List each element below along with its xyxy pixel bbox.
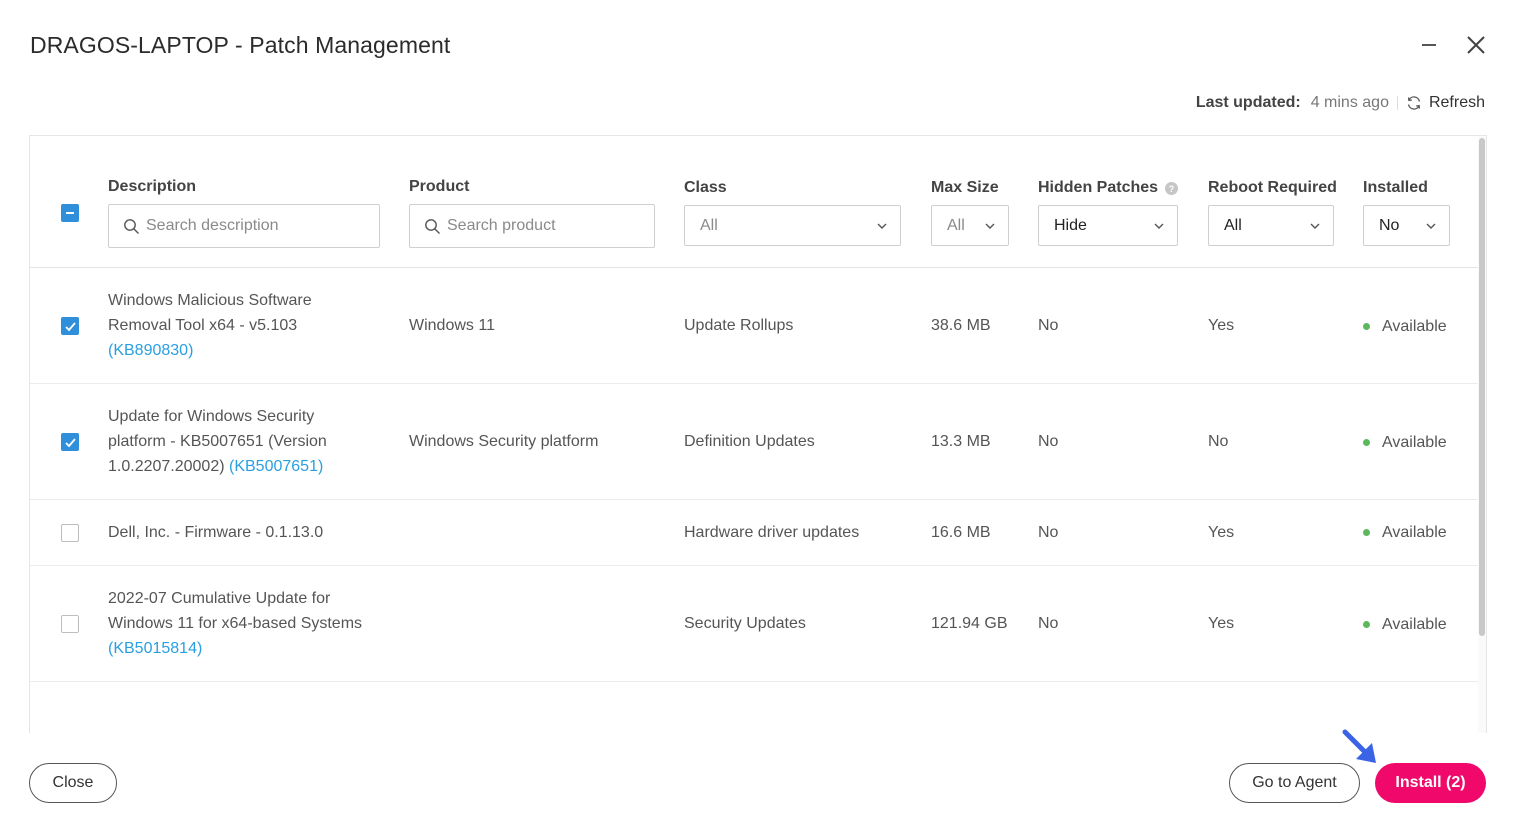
row-reboot: No [1208, 433, 1229, 450]
row-max-size: 121.94 GB [931, 615, 1008, 632]
row-max-size: 13.3 MB [931, 433, 991, 450]
row-description: Update for Windows Security platform - K… [108, 408, 327, 475]
chevron-down-icon [1310, 223, 1320, 229]
description-search-field[interactable] [146, 217, 379, 235]
minimize-button[interactable] [1414, 30, 1444, 60]
refresh-button[interactable]: Refresh [1406, 94, 1485, 112]
check-icon [64, 437, 76, 447]
row-description: Windows Malicious Software Removal Tool … [108, 292, 312, 359]
reboot-required-filter-select[interactable]: All [1208, 205, 1334, 246]
row-description: Dell, Inc. - Firmware - 0.1.13.0 [108, 524, 324, 541]
row-installed-status: Available [1363, 520, 1447, 545]
annotation-arrow-icon [1342, 729, 1376, 763]
class-filter-value: All [700, 216, 718, 234]
search-icon [425, 218, 440, 234]
column-header-max-size: Max Size [931, 179, 999, 196]
column-header-description: Description [108, 178, 197, 195]
last-updated-label: Last updated: [1195, 94, 1301, 111]
chevron-down-icon [877, 223, 887, 229]
hidden-patches-filter-select[interactable]: Hide [1038, 205, 1178, 246]
status-dot-icon [1363, 621, 1370, 628]
column-header-installed: Installed [1363, 179, 1428, 196]
row-max-size: 16.6 MB [931, 524, 991, 541]
column-header-reboot-required: Reboot Required [1208, 179, 1337, 196]
close-icon [1467, 36, 1485, 54]
kb-link[interactable]: (KB890830) [108, 342, 193, 359]
table-row[interactable]: Dell, Inc. - Firmware - 0.1.13.0 Hardwar… [30, 500, 1478, 566]
last-updated-bar: Last updated: 4 mins ago Refresh [1196, 94, 1485, 112]
row-installed-status: Available [1363, 430, 1447, 455]
product-search-input[interactable] [409, 204, 655, 248]
product-search-field[interactable] [447, 217, 654, 235]
row-class: Security Updates [684, 615, 806, 632]
kb-link[interactable]: (KB5007651) [229, 458, 323, 475]
row-installed-status: Available [1363, 612, 1447, 637]
reboot-required-filter-value: All [1224, 216, 1242, 234]
table-row[interactable]: 2022-07 Cumulative Update for Windows 11… [30, 566, 1478, 682]
row-reboot: Yes [1208, 615, 1235, 632]
table-row[interactable]: Update for Windows Security platform - K… [30, 384, 1478, 500]
dialog-title: DRAGOS-LAPTOP - Patch Management [30, 32, 451, 58]
row-class: Update Rollups [684, 317, 794, 334]
status-dot-icon [1363, 323, 1370, 330]
row-installed-status: Available [1363, 314, 1447, 339]
divider [1396, 96, 1398, 110]
max-size-filter-value: All [947, 216, 965, 234]
chevron-down-icon [985, 223, 995, 229]
row-checkbox[interactable] [61, 615, 79, 633]
row-class: Definition Updates [684, 433, 815, 450]
patches-table: Description Product Class All Max Si [29, 135, 1487, 733]
refresh-icon [1407, 96, 1421, 110]
row-reboot: Yes [1208, 524, 1235, 541]
hidden-patches-filter-value: Hide [1054, 216, 1087, 234]
row-class: Hardware driver updates [684, 524, 860, 541]
table-scrollbar[interactable] [1478, 136, 1486, 733]
row-checkbox[interactable] [61, 317, 79, 335]
search-icon [124, 218, 139, 234]
hidden-patches-label: Hidden Patches [1038, 179, 1159, 196]
column-header-product: Product [409, 178, 470, 195]
table-row[interactable]: Windows Malicious Software Removal Tool … [30, 268, 1478, 384]
row-max-size: 38.6 MB [931, 317, 991, 334]
last-updated-value: 4 mins ago [1310, 94, 1389, 111]
row-description: 2022-07 Cumulative Update for Windows 11… [108, 590, 363, 657]
row-product: Windows 11 [409, 317, 495, 334]
row-product: Windows Security platform [409, 433, 599, 450]
class-filter-select[interactable]: All [684, 205, 901, 246]
description-search-input[interactable] [108, 204, 380, 248]
select-all-checkbox[interactable] [61, 204, 79, 222]
check-icon [64, 321, 76, 331]
scrollbar-thumb[interactable] [1479, 138, 1485, 636]
install-button[interactable]: Install (2) [1375, 763, 1486, 803]
installed-filter-select[interactable]: No [1363, 205, 1450, 246]
svg-text:?: ? [1169, 184, 1175, 194]
refresh-label: Refresh [1428, 94, 1485, 111]
help-circle-icon[interactable]: ? [1165, 181, 1179, 195]
max-size-filter-select[interactable]: All [931, 205, 1009, 246]
table-header: Description Product Class All Max Si [30, 136, 1478, 268]
column-header-class: Class [684, 179, 727, 196]
column-header-hidden-patches: Hidden Patches ? [1038, 178, 1179, 198]
kb-link[interactable]: (KB5015814) [108, 640, 202, 657]
status-dot-icon [1363, 529, 1370, 536]
row-hidden: No [1038, 615, 1059, 632]
chevron-down-icon [1426, 223, 1436, 229]
chevron-down-icon [1154, 223, 1164, 229]
indeterminate-icon [66, 212, 74, 214]
installed-filter-value: No [1379, 216, 1400, 234]
patch-management-dialog: DRAGOS-LAPTOP - Patch Management Last up… [0, 0, 1515, 833]
row-checkbox[interactable] [61, 524, 79, 542]
row-reboot: Yes [1208, 317, 1235, 334]
row-hidden: No [1038, 433, 1059, 450]
status-dot-icon [1363, 439, 1370, 446]
row-hidden: No [1038, 524, 1059, 541]
close-button[interactable]: Close [29, 763, 117, 803]
minimize-icon [1422, 44, 1436, 46]
row-hidden: No [1038, 317, 1059, 334]
close-dialog-button[interactable] [1461, 30, 1491, 60]
row-checkbox[interactable] [61, 433, 79, 451]
